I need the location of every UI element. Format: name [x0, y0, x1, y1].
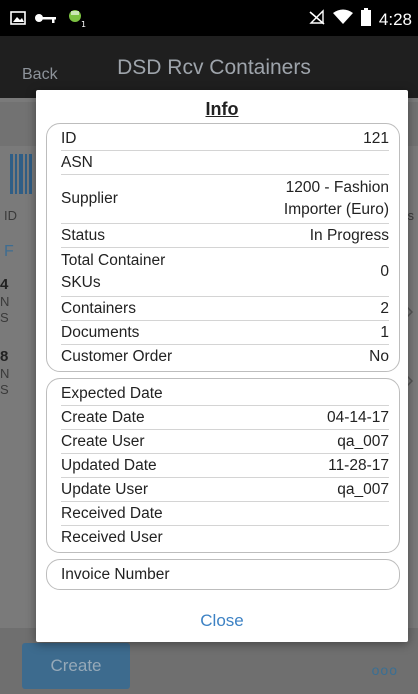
info-row-documents: Documents 1	[61, 321, 389, 345]
info-row-invoice-number: Invoice Number	[61, 563, 389, 587]
info-row-total-container-skus: Total Container SKUs 0	[61, 248, 389, 297]
status-bar-right: 4:28	[309, 8, 412, 31]
info-label: Documents	[61, 323, 140, 341]
wifi-icon	[332, 9, 353, 30]
info-row-containers: Containers 2	[61, 297, 389, 321]
info-label: ID	[61, 129, 77, 147]
info-row-asn: ASN	[61, 151, 389, 175]
page-title: DSD Rcv Containers	[117, 56, 311, 79]
info-label: ASN	[61, 153, 93, 171]
dialog-scroll-area[interactable]: ID 121 ASN Supplier 1200 - Fashion Impor…	[46, 123, 400, 601]
info-row-received-user: Received User	[61, 526, 389, 550]
key-icon	[34, 11, 58, 30]
info-label: Received User	[61, 529, 163, 546]
info-row-create-user: Create User qa_007	[61, 430, 389, 454]
close-button[interactable]: Close	[36, 611, 408, 631]
info-label: Containers	[61, 299, 136, 317]
status-time: 4:28	[378, 9, 412, 29]
info-value: 11-28-17	[328, 456, 389, 474]
image-icon	[10, 10, 26, 31]
info-label: Update User	[61, 480, 149, 498]
info-group-general: ID 121 ASN Supplier 1200 - Fashion Impor…	[46, 123, 400, 372]
status-bar: 1 4:28	[0, 0, 418, 36]
bg-fragment-n1: N	[0, 294, 10, 309]
bg-fragment-8: 8	[0, 348, 9, 365]
info-row-id: ID 121	[61, 127, 389, 151]
info-value: 1	[380, 323, 389, 341]
bg-fragment-n2: N	[0, 366, 10, 381]
info-group-invoice: Invoice Number	[46, 559, 400, 590]
bg-fragment-id: ID	[4, 208, 17, 223]
barcode-icon	[10, 154, 32, 194]
no-signal-icon	[309, 9, 325, 30]
create-button[interactable]: Create	[22, 643, 130, 689]
info-row-received-date: Received Date	[61, 502, 389, 526]
info-label: Expected Date	[61, 384, 163, 402]
info-value: 2	[380, 299, 389, 317]
info-value: No	[369, 348, 389, 365]
info-value: In Progress	[309, 226, 389, 244]
info-value: 0	[380, 263, 389, 280]
info-value: qa_007	[337, 480, 389, 498]
info-row-customer-order: Customer Order No	[61, 345, 389, 369]
more-button[interactable]: ooo	[372, 662, 398, 678]
info-row-create-date: Create Date 04-14-17	[61, 406, 389, 430]
info-label: Customer Order	[61, 348, 173, 365]
android-badge-icon: 1	[66, 8, 88, 33]
info-label: Total Container SKUs	[61, 252, 166, 291]
info-value: 04-14-17	[326, 408, 389, 426]
info-label: Status	[61, 226, 105, 244]
info-row-expected-date: Expected Date	[61, 382, 389, 406]
app-bar: Back DSD Rcv Containers	[0, 36, 418, 98]
info-value: 1200 - Fashion Importer (Euro)	[283, 179, 389, 218]
info-label: Invoice Number	[61, 566, 170, 583]
info-label: Updated Date	[61, 456, 157, 474]
info-row-updated-date: Updated Date 11-28-17	[61, 454, 389, 478]
info-row-status: Status In Progress	[61, 224, 389, 248]
info-dialog: Info ID 121 ASN Supplier 1200 - Fashion …	[36, 90, 408, 642]
info-row-supplier: Supplier 1200 - Fashion Importer (Euro)	[61, 175, 389, 224]
battery-icon	[360, 8, 371, 31]
svg-text:1: 1	[81, 20, 86, 28]
bg-fragment-s2: S	[0, 382, 9, 397]
dialog-title: Info	[205, 99, 239, 119]
info-group-dates: Expected Date Create Date 04-14-17 Creat…	[46, 378, 400, 553]
info-label: Received Date	[61, 504, 163, 522]
info-label: Supplier	[61, 190, 118, 207]
info-row-update-user: Update User qa_007	[61, 478, 389, 502]
status-bar-left: 1	[10, 8, 88, 33]
bg-fragment-f: F	[4, 243, 14, 260]
bg-fragment-4: 4	[0, 276, 9, 293]
info-label: Create User	[61, 432, 145, 450]
bg-fragment-s1: S	[0, 310, 9, 325]
info-label: Create Date	[61, 408, 145, 426]
info-value: 121	[363, 129, 389, 147]
info-value: qa_007	[337, 432, 389, 450]
